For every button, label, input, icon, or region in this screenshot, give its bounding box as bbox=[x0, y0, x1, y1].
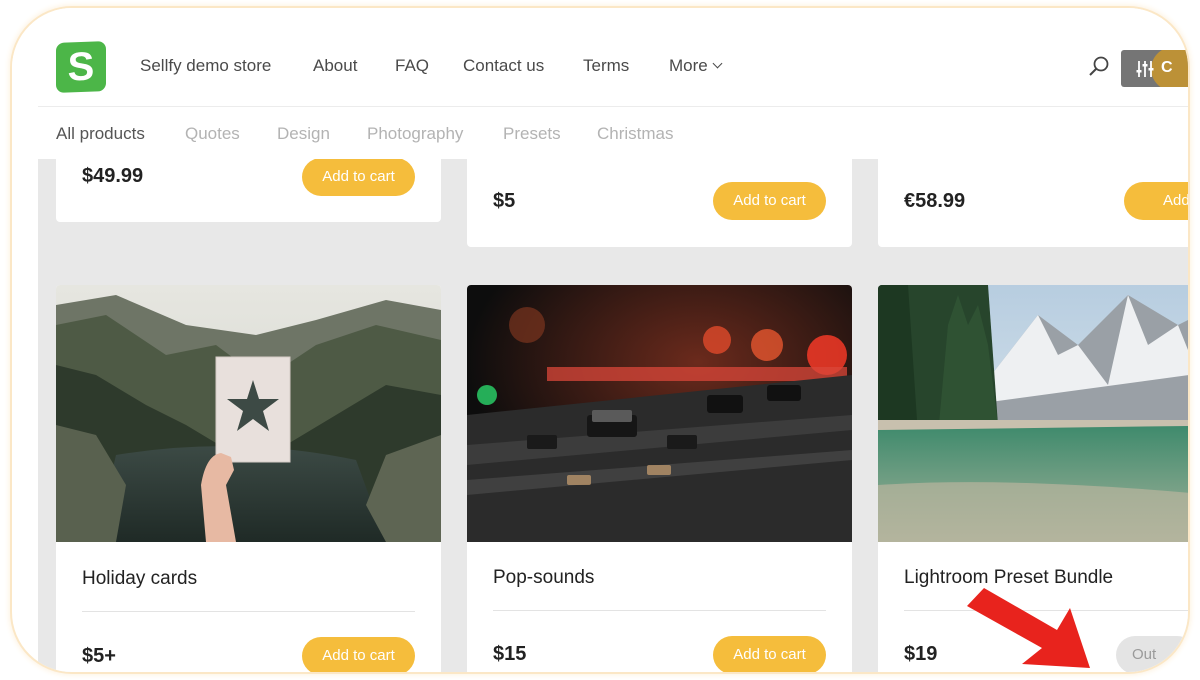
mixing-console-photo bbox=[467, 285, 852, 542]
product-card-holiday-cards[interactable]: Holiday cards $5+ Add to cart bbox=[56, 285, 441, 672]
product-price: $49.99 bbox=[82, 165, 144, 187]
nav-more[interactable]: More bbox=[669, 56, 723, 76]
product-price: $5+ bbox=[82, 645, 116, 667]
cart-label: C bbox=[1161, 59, 1173, 76]
product-card-pop-sounds[interactable]: Pop-sounds $15 Add to cart bbox=[467, 285, 852, 672]
product-card[interactable]: $49.99 Add to cart bbox=[56, 159, 441, 222]
add-to-cart-button[interactable]: Add to cart bbox=[713, 636, 826, 672]
annotation-arrow-icon bbox=[967, 588, 1090, 668]
add-to-cart-button[interactable]: Add t bbox=[1124, 182, 1188, 220]
store-header: S Sellfy demo store About FAQ Contact us… bbox=[12, 8, 1188, 106]
search-icon[interactable] bbox=[1088, 55, 1110, 77]
store-logo[interactable]: S bbox=[56, 41, 106, 93]
add-to-cart-button[interactable]: Add to cart bbox=[302, 159, 415, 196]
add-to-cart-button[interactable]: Add to cart bbox=[713, 182, 826, 220]
cart-button[interactable]: C bbox=[1121, 50, 1188, 87]
category-design[interactable]: Design bbox=[277, 124, 330, 144]
product-title[interactable]: Pop-sounds bbox=[493, 567, 594, 589]
product-title[interactable]: Holiday cards bbox=[82, 568, 197, 590]
product-card[interactable]: €58.99 Add t bbox=[878, 159, 1188, 247]
nav-store-name[interactable]: Sellfy demo store bbox=[140, 56, 271, 76]
nav-more-label: More bbox=[669, 56, 708, 75]
add-to-cart-button[interactable]: Add to cart bbox=[302, 637, 415, 672]
out-of-stock-button[interactable]: Out bbox=[1116, 636, 1188, 672]
browser-viewport: S Sellfy demo store About FAQ Contact us… bbox=[12, 8, 1188, 672]
product-price: $5 bbox=[493, 190, 516, 212]
product-price: $15 bbox=[493, 643, 527, 665]
category-presets[interactable]: Presets bbox=[503, 124, 561, 144]
category-photography[interactable]: Photography bbox=[367, 124, 463, 144]
category-all-products[interactable]: All products bbox=[56, 124, 145, 144]
product-price: $19 bbox=[904, 643, 938, 665]
nav-contact[interactable]: Contact us bbox=[463, 56, 544, 76]
card-divider bbox=[493, 610, 826, 611]
sliders-icon bbox=[1136, 61, 1154, 77]
product-price: €58.99 bbox=[904, 190, 966, 212]
category-christmas[interactable]: Christmas bbox=[597, 124, 674, 144]
nav-faq[interactable]: FAQ bbox=[395, 56, 429, 76]
card-divider bbox=[82, 611, 415, 612]
chevron-down-icon bbox=[712, 58, 723, 69]
canyon-star-card-photo bbox=[56, 285, 441, 542]
category-quotes[interactable]: Quotes bbox=[185, 124, 240, 144]
product-card[interactable]: $5 Add to cart bbox=[467, 159, 852, 247]
mountain-lake-photo bbox=[878, 285, 1188, 542]
nav-terms[interactable]: Terms bbox=[583, 56, 629, 76]
nav-about[interactable]: About bbox=[313, 56, 357, 76]
